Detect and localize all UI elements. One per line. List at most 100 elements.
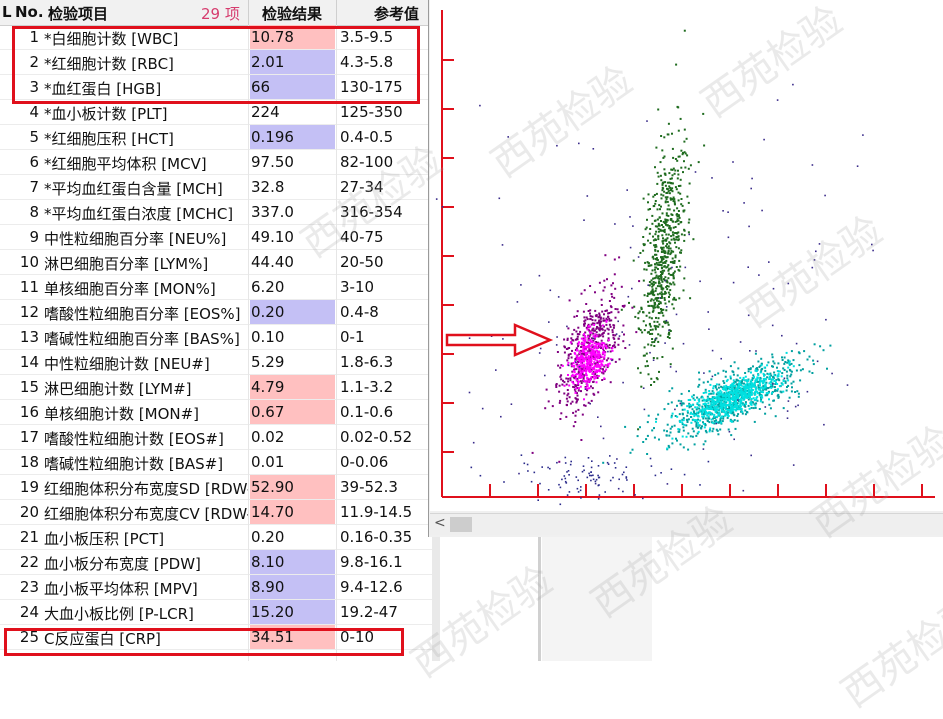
reference-range: 316-354 [340,203,403,221]
row-number: 7 [29,178,39,196]
test-name: 淋巴细胞百分率 [LYM%] [44,255,209,273]
lower-pane [440,534,943,661]
test-result: 8.90 [250,575,335,599]
row-number: 14 [19,353,39,371]
row-number: 4 [29,103,39,121]
test-result: 52.90 [250,475,335,499]
table-row[interactable]: 20 红细胞体积分布宽度CV [RDW-CV]14.70 11.9-14.5 [0,500,432,525]
test-result: 337.0 [251,203,294,221]
row-number: 23 [19,578,39,596]
row-number: 24 [19,603,39,621]
horizontal-scrollbar[interactable]: < [430,513,943,535]
table-row[interactable]: 22 血小板分布宽度 [PDW] 8.10 9.8-16.1 [0,550,432,575]
reference-range: 20-50 [340,253,384,271]
reference-range: 27-34 [340,178,384,196]
table-row[interactable]: 24 大血小板比例 [P-LCR] 15.20 19.2-47 [0,600,432,625]
table-row[interactable]: 10 淋巴细胞百分率 [LYM%] 44.40 20-50 [0,250,432,275]
test-result: 0.10 [251,328,285,346]
test-result: 5.29 [251,353,285,371]
test-result: 44.40 [251,253,294,271]
test-name: *血小板计数 [PLT] [44,105,168,123]
header-item[interactable]: 检验项目 [48,3,108,24]
test-result: 4.79 [250,375,335,399]
row-number: 8 [29,203,39,221]
reference-range: 9.8-16.1 [340,553,403,571]
row-number: 12 [19,303,39,321]
table-row[interactable]: 17 嗜酸性粒细胞计数 [EOS#] 0.02 0.02-0.52 [0,425,432,450]
reference-range: 39-52.3 [340,478,398,496]
table-row[interactable]: 23 血小板平均体积 [MPV] 8.90 9.4-12.6 [0,575,432,600]
table-row[interactable]: 7 *平均血红蛋白含量 [MCH] 32.8 27-34 [0,175,432,200]
reference-range: 82-100 [340,153,394,171]
test-result: 0.20 [251,528,285,546]
table-row[interactable]: 9 中性粒细胞百分率 [NEU%] 49.10 40-75 [0,225,432,250]
reference-range: 0-1 [340,328,365,346]
table-row[interactable]: 8 *平均血红蛋白浓度 [MCHC] 337.0 316-354 [0,200,432,225]
highlight-box-top [12,26,420,104]
reference-range: 0-0.06 [340,453,389,471]
row-number: 18 [19,453,39,471]
header-no[interactable]: No. [15,3,44,21]
reference-range: 3-10 [340,278,375,296]
table-row[interactable]: 18 嗜碱性粒细胞计数 [BAS#] 0.01 0-0.06 [0,450,432,475]
row-number: 11 [19,278,39,296]
reference-range: 19.2-47 [340,603,398,621]
row-number: 6 [29,153,39,171]
header-result[interactable]: 检验结果 [262,3,322,24]
row-number: 15 [19,378,39,396]
test-name: 单核细胞计数 [MON#] [44,405,200,423]
table-row[interactable]: 12 嗜酸性粒细胞百分率 [EOS%] 0.20 0.4-8 [0,300,432,325]
test-name: 嗜酸性粒细胞计数 [EOS#] [44,430,224,448]
test-name: 淋巴细胞计数 [LYM#] [44,380,192,398]
header-ref[interactable]: 参考值 [374,3,419,24]
grid-header: L No. 检验项目 29 项 检验结果 参考值 [0,0,432,26]
scatter-plot-window: < [428,0,943,665]
item-count: 29 项 [201,5,240,23]
table-row[interactable]: 14 中性粒细胞计数 [NEU#] 5.29 1.8-6.3 [0,350,432,375]
test-result: 97.50 [251,153,294,171]
chevron-left-icon[interactable]: < [434,515,446,531]
test-name: 单核细胞百分率 [MON%] [44,280,216,298]
reference-range: 0.4-0.5 [340,128,394,146]
table-row[interactable]: 13 嗜碱性粒细胞百分率 [BAS%] 0.10 0-1 [0,325,432,350]
reference-range: 0.4-8 [340,303,379,321]
row-number: 9 [29,228,39,246]
reference-range: 0.16-0.35 [340,528,413,546]
reference-range: 11.9-14.5 [340,503,413,521]
test-name: *红细胞平均体积 [MCV] [44,155,207,173]
neutrophil-cluster [620,29,706,431]
reference-range: 1.1-3.2 [340,378,394,396]
test-name: 红细胞体积分布宽度CV [RDW-CV] [44,505,248,523]
reference-range: 125-350 [340,103,403,121]
test-result: 0.67 [250,400,335,424]
test-result: 0.20 [250,300,335,324]
table-row[interactable]: 15 淋巴细胞计数 [LYM#] 4.79 1.1-3.2 [0,375,432,400]
row-number: 21 [19,528,39,546]
test-result: 14.70 [250,500,335,524]
table-row[interactable]: 21 血小板压积 [PCT] 0.20 0.16-0.35 [0,525,432,550]
test-name: *平均血红蛋白浓度 [MCHC] [44,205,234,223]
table-row[interactable]: 19 红细胞体积分布宽度SD [RDW-SD]52.90 39-52.3 [0,475,432,500]
test-name: 中性粒细胞百分率 [NEU%] [44,230,227,248]
row-number: 13 [19,328,39,346]
test-result: 6.20 [251,278,285,296]
test-name: 大血小板比例 [P-LCR] [44,605,194,623]
scatter-plot-area [430,0,943,665]
test-result: 32.8 [251,178,285,196]
test-name: *红细胞压积 [HCT] [44,130,174,148]
table-row[interactable]: 16 单核细胞计数 [MON#] 0.67 0.1-0.6 [0,400,432,425]
table-row[interactable]: 5 *红细胞压积 [HCT] 0.196 0.4-0.5 [0,125,432,150]
row-number: 22 [19,553,39,571]
scrollbar-thumb[interactable] [450,517,472,532]
row-number: 17 [19,428,39,446]
row-number: 16 [19,403,39,421]
table-row[interactable]: 6 *红细胞平均体积 [MCV] 97.50 82-100 [0,150,432,175]
reference-range: 1.8-6.3 [340,353,394,371]
header-l[interactable]: L [2,3,12,21]
highlight-box-crp [4,628,404,656]
table-row[interactable]: 11 单核细胞百分率 [MON%] 6.20 3-10 [0,275,432,300]
test-result: 0.02 [251,428,285,446]
eosinophil-cluster [561,319,614,401]
reference-range: 0.02-0.52 [340,428,413,446]
test-result: 0.196 [250,125,335,149]
